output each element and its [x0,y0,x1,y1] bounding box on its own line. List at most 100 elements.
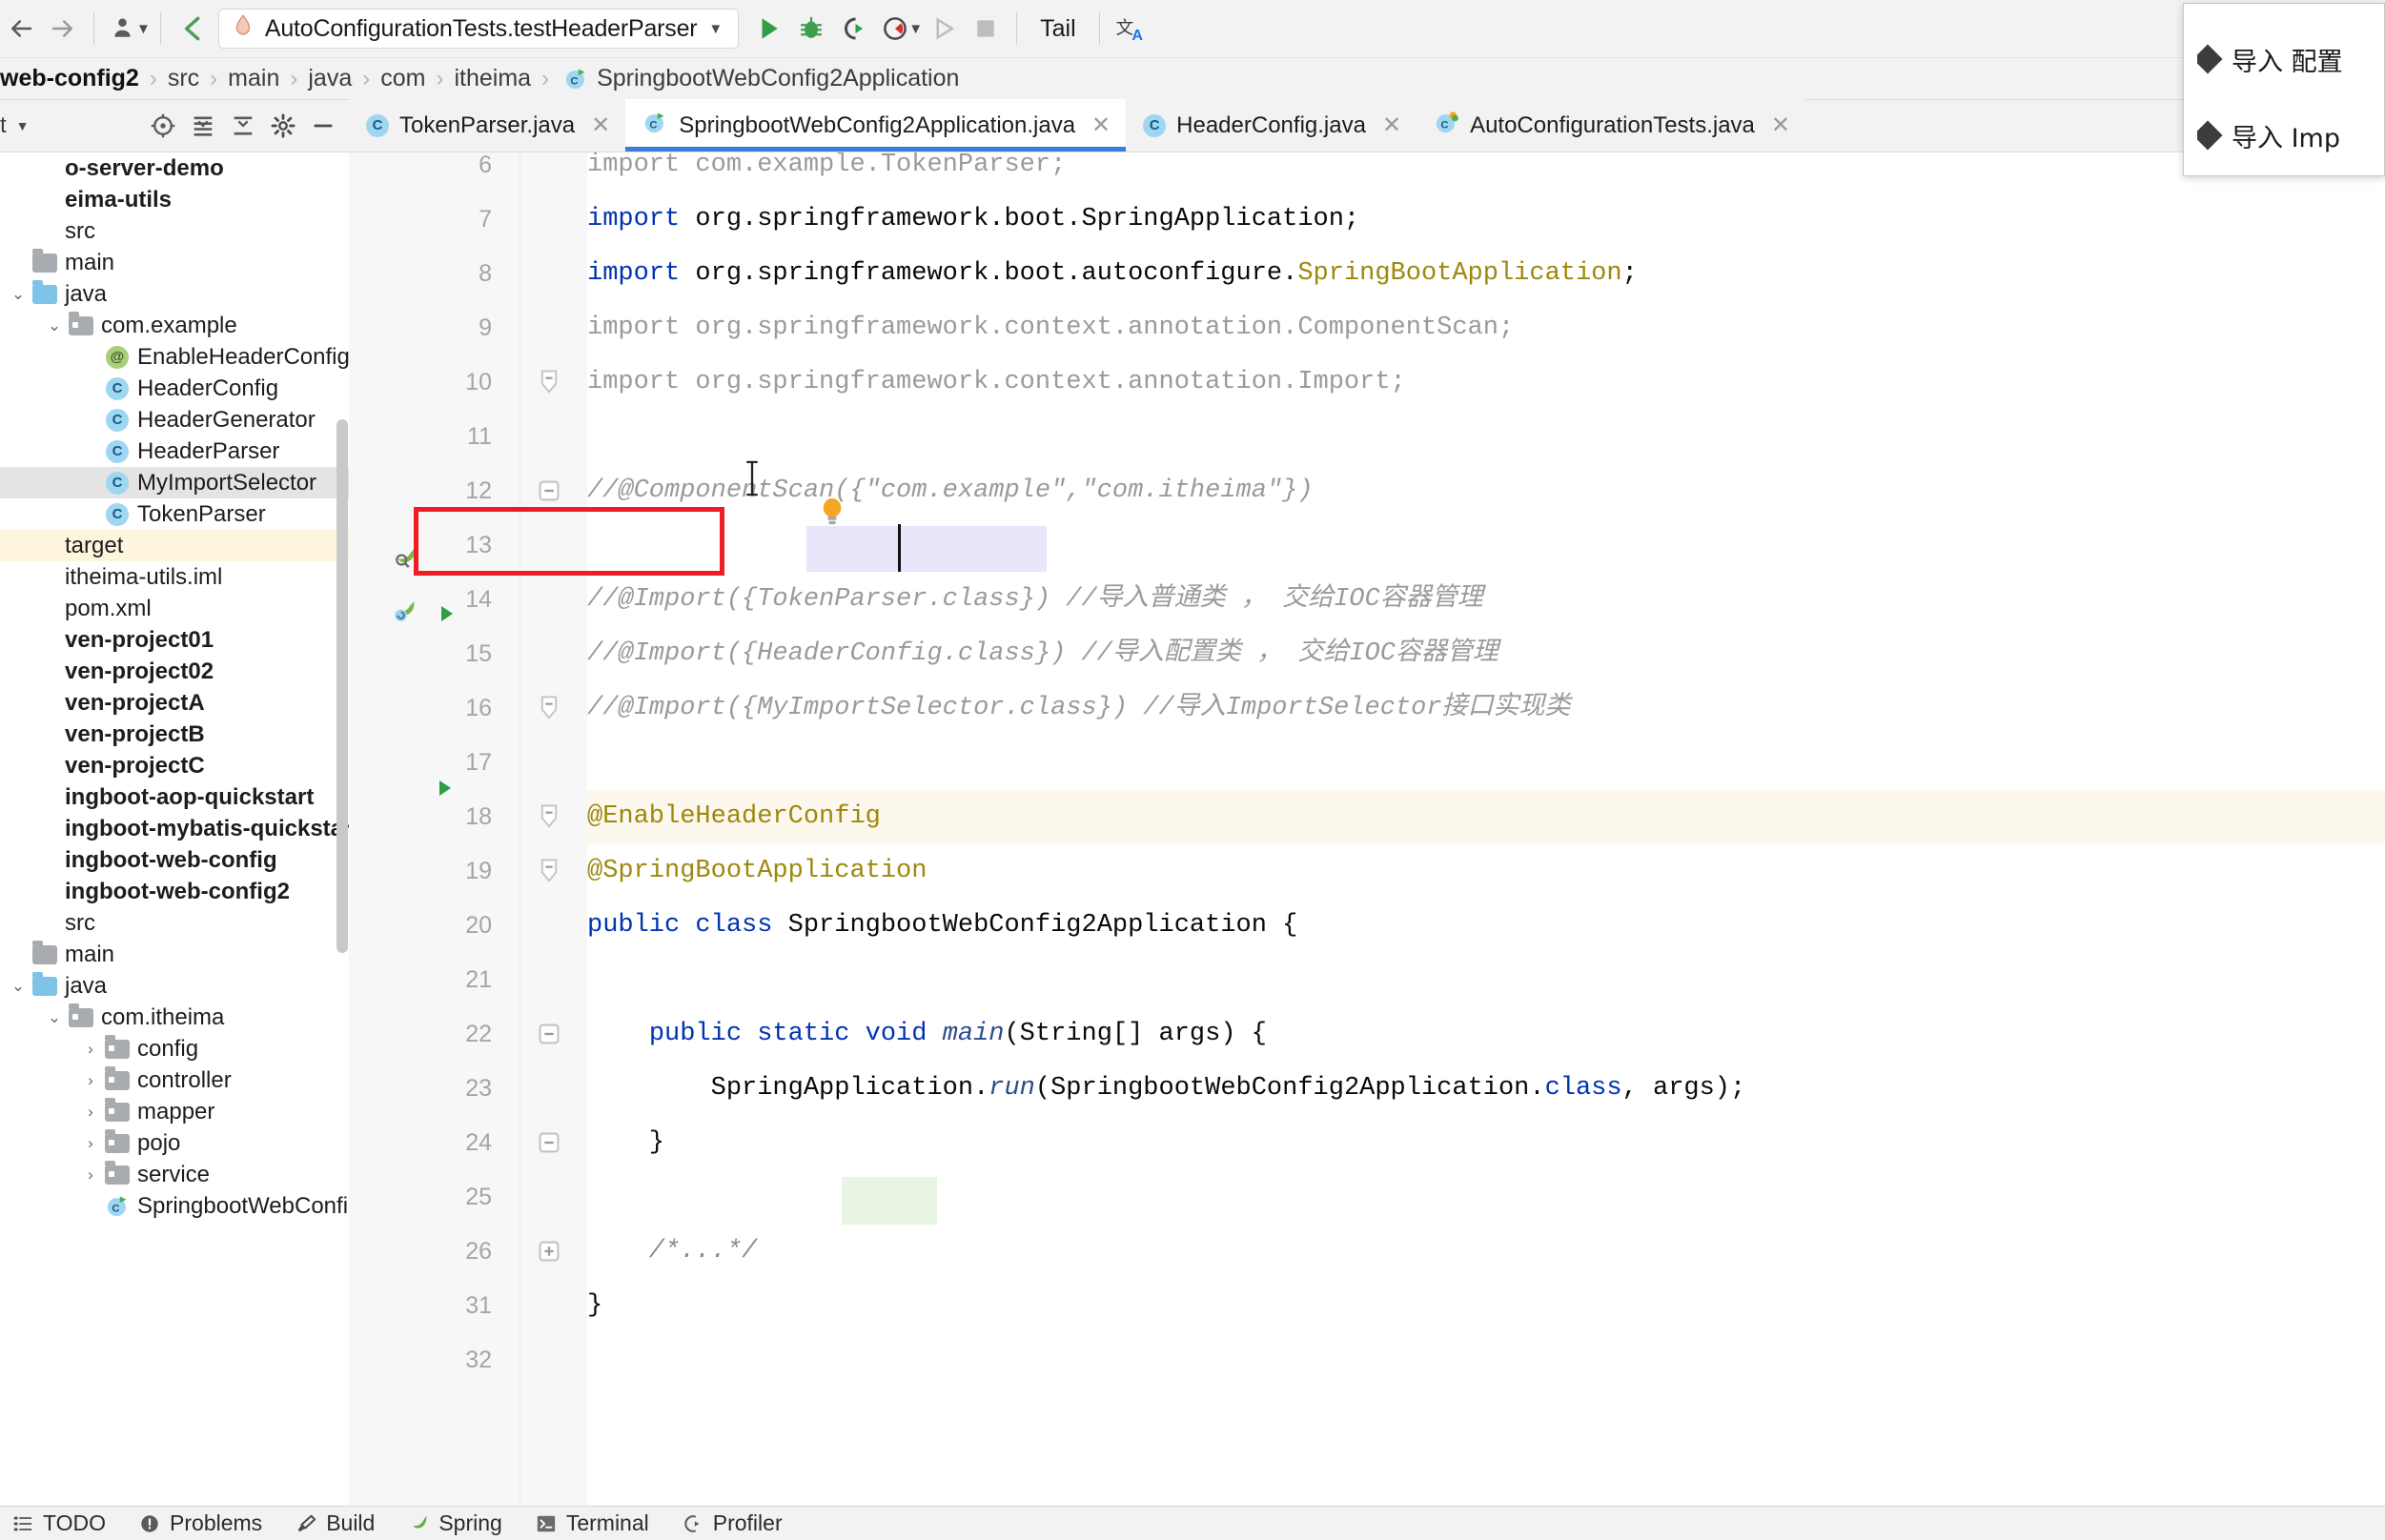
tree-item-src[interactable]: src [0,215,349,247]
code-line-18[interactable]: 18 @EnableHeaderConfig [349,790,2385,844]
code-fold-plus-icon[interactable] [538,1240,561,1263]
tree-twisty-icon[interactable]: › [78,1134,103,1153]
code-line-11[interactable]: 11 [349,410,2385,464]
profile-caret-icon[interactable]: ▼ [908,21,923,37]
locate-icon[interactable] [143,106,183,146]
tree-twisty-icon[interactable]: › [78,1040,103,1059]
run-with-coverage-icon[interactable] [832,8,874,50]
vcs-update-icon[interactable] [171,8,213,50]
tree-twisty-icon[interactable]: ⌄ [6,977,31,996]
tail-button[interactable]: Tail [1027,15,1090,43]
code-fold-bracket-icon[interactable] [538,370,561,394]
code-text[interactable]: } [587,1279,602,1333]
tree-twisty-icon[interactable]: ⌄ [42,1008,67,1027]
arrow-right-icon[interactable] [42,8,84,50]
code-fold-minus-icon[interactable] [538,479,561,502]
tree-item-com-itheima[interactable]: ⌄ com.itheima [0,1002,349,1033]
tree-item-main[interactable]: main [0,247,349,278]
tree-item-headerconfig[interactable]: C HeaderConfig [0,373,349,404]
popup-item-1[interactable]: 导入 Imp [2197,97,2384,173]
code-text[interactable]: @EnableHeaderConfig [587,790,881,844]
code-text[interactable]: import org.springframework.boot.autoconf… [587,247,1638,301]
debug-icon[interactable] [790,8,832,50]
code-text[interactable]: SpringApplication.run(SpringbootWebConfi… [587,1062,1746,1116]
code-text[interactable]: //@ComponentScan({"com.example","com.ith… [587,464,1314,518]
code-text[interactable]: } [587,1116,664,1170]
code-line-17[interactable]: 17 [349,736,2385,790]
tree-item-springbootwebconfig2application[interactable]: C SpringbootWebConfig2Application [0,1190,349,1222]
tree-twisty-icon[interactable]: ⌄ [42,316,67,335]
tree-twisty-icon[interactable]: › [78,1165,103,1185]
code-line-19[interactable]: 19 @SpringBootApplication [349,844,2385,899]
code-line-9[interactable]: 9 import org.springframework.context.anno… [349,301,2385,355]
translation-popup[interactable]: 导入 配置 导入 Imp [2183,3,2385,176]
tree-item-service[interactable]: › service [0,1159,349,1190]
code-fold-bracket-icon[interactable] [538,804,561,828]
tree-item-o-server-demo[interactable]: o-server-demo [0,152,349,184]
code-text[interactable]: import org.springframework.context.annot… [587,301,1514,355]
project-panel-title[interactable]: ct [0,112,7,139]
code-line-7[interactable]: 7 import org.springframework.boot.SpringA… [349,192,2385,247]
code-line-8[interactable]: 8 import org.springframework.boot.autocon… [349,247,2385,301]
code-line-26[interactable]: 26 /*...*/ [349,1225,2385,1279]
code-line-24[interactable]: 24 } [349,1116,2385,1170]
status-item-build[interactable]: Build [283,1510,396,1536]
status-item-terminal[interactable]: Terminal [523,1510,670,1536]
run-method-gutter-icon[interactable] [433,777,456,804]
editor-code-area[interactable]: 6 import com.example.TokenParser; 7 import … [349,152,2385,1506]
breadcrumb-item-0[interactable]: web-config2 [0,65,139,92]
tree-item-src[interactable]: src [0,907,349,939]
code-line-13[interactable]: 13 [349,518,2385,573]
code-line-6[interactable]: 6 import com.example.TokenParser; [349,152,2385,192]
code-text[interactable]: import org.springframework.boot.SpringAp… [587,192,1359,247]
code-text[interactable]: //@Import({MyImportSelector.class}) //导入… [587,681,1571,736]
tree-item-ven-project02[interactable]: ven-project02 [0,656,349,687]
code-line-14[interactable]: 14 //@Import({TokenParser.class}) //导入普通类… [349,573,2385,627]
project-tree-scrollbar[interactable] [336,419,348,953]
close-icon[interactable]: ✕ [591,111,610,139]
status-item-profiler[interactable]: Profiler [670,1510,804,1536]
tree-item-pom-xml[interactable]: pom.xml [0,593,349,624]
breadcrumb-item-4[interactable]: com [380,65,425,92]
tree-item-controller[interactable]: › controller [0,1064,349,1096]
tree-item-ingboot-web-config[interactable]: ingboot-web-config [0,844,349,876]
code-line-25[interactable]: 25 [349,1170,2385,1225]
tree-twisty-icon[interactable]: ⌄ [6,285,31,304]
code-line-16[interactable]: 16 //@Import({MyImportSelector.class}) //… [349,681,2385,736]
status-item-todo[interactable]: TODO [0,1510,127,1536]
tree-twisty-icon[interactable]: › [78,1071,103,1090]
code-text[interactable]: import com.example.TokenParser; [587,152,1066,192]
code-line-23[interactable]: 23 SpringApplication.run(SpringbootWebCo… [349,1062,2385,1116]
code-fold-minus-icon[interactable] [538,1131,561,1154]
editor-tab-tokenparser[interactable]: C TokenParser.java ✕ [349,99,626,152]
tree-item-ingboot-mybatis-quickstart[interactable]: ingboot-mybatis-quickstart [0,813,349,844]
translate-icon[interactable]: 文 A [1110,8,1152,50]
run-configuration-selector[interactable]: AutoConfigurationTests.testHeaderParser … [217,9,740,49]
tree-item-ven-projecta[interactable]: ven-projectA [0,687,349,719]
tree-item-headergenerator[interactable]: C HeaderGenerator [0,404,349,436]
editor-tab-headerconfig[interactable]: C HeaderConfig.java ✕ [1126,99,1417,152]
breadcrumb-item-5[interactable]: itheima [454,65,531,92]
code-line-31[interactable]: 31} [349,1279,2385,1333]
code-editor[interactable]: 6 import com.example.TokenParser; 7 import … [349,152,2385,1506]
close-icon[interactable]: ✕ [1382,111,1401,139]
tree-item-eima-utils[interactable]: eima-utils [0,184,349,215]
tree-item-headerparser[interactable]: C HeaderParser [0,436,349,467]
tree-item-pojo[interactable]: › pojo [0,1127,349,1159]
code-line-32[interactable]: 32 [349,1333,2385,1388]
tree-item-config[interactable]: › config [0,1033,349,1064]
breadcrumb-item-current[interactable]: SpringbootWebConfig2Application [597,65,959,92]
breadcrumb-item-3[interactable]: java [308,65,352,92]
breadcrumb-item-1[interactable]: src [168,65,199,92]
hide-panel-icon[interactable] [303,106,343,146]
code-text[interactable]: //@Import({TokenParser.class}) //导入普通类 ，… [587,573,1483,627]
status-item-spring[interactable]: Spring [396,1510,522,1536]
code-fold-bracket-icon[interactable] [538,696,561,719]
tree-item-com-example[interactable]: ⌄ com.example [0,310,349,341]
code-line-10[interactable]: 10 import org.springframework.context.ann… [349,355,2385,410]
editor-tab-autoconfigurationtests[interactable]: C AutoConfigurationTests.java ✕ [1417,99,1806,152]
code-text[interactable]: /*...*/ [587,1225,757,1279]
code-line-22[interactable]: 22 public static void main(String[] args… [349,1007,2385,1062]
tree-item-ven-project01[interactable]: ven-project01 [0,624,349,656]
tree-item-ven-projectc[interactable]: ven-projectC [0,750,349,781]
